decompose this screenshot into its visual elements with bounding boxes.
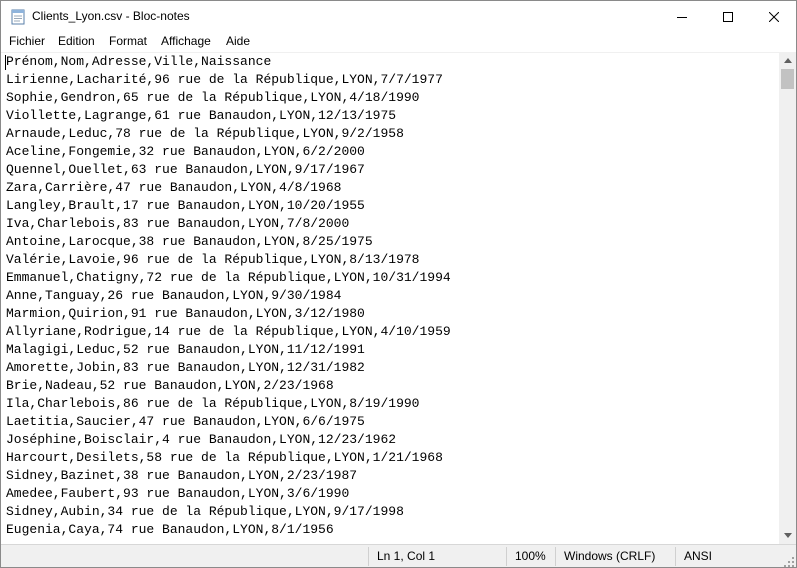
text-line: Anne,Tanguay,26 rue Banaudon,LYON,9/30/1…: [6, 288, 342, 303]
text-line: Viollette,Lagrange,61 rue Banaudon,LYON,…: [6, 108, 397, 123]
text-line: Arnaude,Leduc,78 rue de la République,LY…: [6, 126, 404, 141]
notepad-icon[interactable]: [10, 8, 26, 25]
menu-fichier[interactable]: Fichier: [9, 34, 45, 48]
text-line: Antoine,Larocque,38 rue Banaudon,LYON,8/…: [6, 234, 373, 249]
scroll-down-button[interactable]: [779, 527, 796, 544]
status-divider: [555, 547, 556, 566]
status-divider: [506, 547, 507, 566]
zoom-level: 100%: [515, 549, 546, 563]
text-line: Lirienne,Lacharité,96 rue de la Républiq…: [6, 72, 443, 87]
text-line: Valérie,Lavoie,96 rue de la République,L…: [6, 252, 420, 267]
text-line: Joséphine,Boisclair,4 rue Banaudon,LYON,…: [6, 432, 397, 447]
scrollbar-thumb[interactable]: [781, 69, 794, 89]
text-lines: Prénom,Nom,Adresse,Ville,Naissance Lirien…: [6, 53, 451, 539]
resize-grip-icon[interactable]: [783, 555, 795, 567]
text-line: Sidney,Bazinet,38 rue Banaudon,LYON,2/23…: [6, 468, 358, 483]
text-line: Quennel,Ouellet,63 rue Banaudon,LYON,9/1…: [6, 162, 365, 177]
close-icon: [769, 11, 779, 22]
text-caret: [5, 55, 6, 70]
text-editor[interactable]: Prénom,Nom,Adresse,Ville,Naissance Lirien…: [1, 52, 779, 545]
maximize-button[interactable]: [705, 1, 751, 32]
menu-affichage[interactable]: Affichage: [161, 34, 211, 48]
text-line: Harcourt,Desilets,58 rue de la Républiqu…: [6, 450, 443, 465]
notepad-window: Clients_Lyon.csv - Bloc-notes Fichier Ed…: [0, 0, 797, 568]
text-line: Aceline,Fongemie,32 rue Banaudon,LYON,6/…: [6, 144, 365, 159]
menu-format[interactable]: Format: [109, 34, 147, 48]
title-bar[interactable]: Clients_Lyon.csv - Bloc-notes: [1, 1, 796, 32]
text-line: Iva,Charlebois,83 rue Banaudon,LYON,7/8/…: [6, 216, 350, 231]
scroll-up-button[interactable]: [779, 52, 796, 69]
status-divider: [675, 547, 676, 566]
text-line: Brie,Nadeau,52 rue Banaudon,LYON,2/23/19…: [6, 378, 334, 393]
text-line: Marmion,Quirion,91 rue Banaudon,LYON,3/1…: [6, 306, 365, 321]
line-ending: Windows (CRLF): [564, 549, 656, 563]
close-button[interactable]: [751, 1, 796, 32]
maximize-icon: [723, 11, 733, 22]
cursor-position: Ln 1, Col 1: [377, 549, 436, 563]
minimize-icon: [677, 16, 687, 18]
encoding: ANSI: [684, 549, 713, 563]
text-line: Sophie,Gendron,65 rue de la République,L…: [6, 90, 420, 105]
minimize-button[interactable]: [659, 1, 705, 32]
text-line: Sidney,Aubin,34 rue de la République,LYO…: [6, 504, 404, 519]
text-line: Malagigi,Leduc,52 rue Banaudon,LYON,11/1…: [6, 342, 365, 357]
scroll-up-arrow-icon: [783, 58, 792, 63]
text-line: Eugenia,Caya,74 rue Banaudon,LYON,8/1/19…: [6, 522, 334, 537]
text-line: Prénom,Nom,Adresse,Ville,Naissance: [6, 54, 272, 69]
text-line: Amedee,Faubert,93 rue Banaudon,LYON,3/6/…: [6, 486, 350, 501]
menu-aide[interactable]: Aide: [226, 34, 250, 48]
text-line: Emmanuel,Chatigny,72 rue de la Républiqu…: [6, 270, 451, 285]
menu-bar: Fichier Edition Format Affichage Aide: [1, 32, 796, 52]
status-bar: Ln 1, Col 1 100% Windows (CRLF) ANSI: [1, 544, 796, 567]
status-divider: [368, 547, 369, 566]
text-line: Zara,Carrière,47 rue Banaudon,LYON,4/8/1…: [6, 180, 342, 195]
text-line: Langley,Brault,17 rue Banaudon,LYON,10/2…: [6, 198, 365, 213]
text-line: Laetitia,Saucier,47 rue Banaudon,LYON,6/…: [6, 414, 365, 429]
text-line: Amorette,Jobin,83 rue Banaudon,LYON,12/3…: [6, 360, 365, 375]
scroll-down-arrow-icon: [783, 533, 792, 538]
text-line: Allyriane,Rodrigue,14 rue de la Républiq…: [6, 324, 451, 339]
vertical-scrollbar[interactable]: [779, 52, 796, 544]
menu-edition[interactable]: Edition: [58, 34, 95, 48]
window-title: Clients_Lyon.csv - Bloc-notes: [32, 9, 190, 23]
text-line: Ila,Charlebois,86 rue de la République,L…: [6, 396, 420, 411]
